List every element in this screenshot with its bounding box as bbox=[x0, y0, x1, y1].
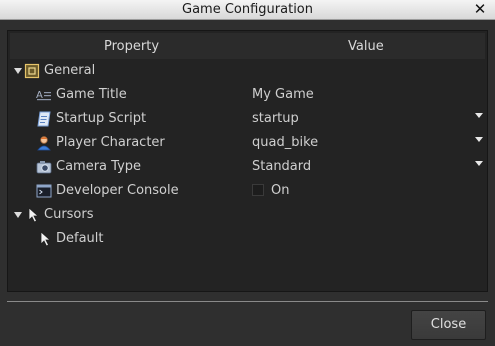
expand-triangle-icon[interactable] bbox=[14, 212, 22, 218]
window-title: Game Configuration bbox=[182, 2, 313, 17]
cursor-icon bbox=[40, 231, 52, 247]
property-row-camera-type[interactable]: Camera Type Standard bbox=[10, 155, 485, 179]
property-value[interactable]: My Game bbox=[252, 87, 314, 102]
header-property: Property bbox=[104, 39, 160, 54]
property-value[interactable]: Standard bbox=[252, 159, 311, 174]
close-icon[interactable]: ✕ bbox=[473, 1, 487, 17]
camera-icon bbox=[36, 161, 52, 174]
property-label: Developer Console bbox=[56, 183, 179, 198]
property-row-default-cursor[interactable]: Default bbox=[10, 227, 485, 251]
property-row-player-character[interactable]: Player Character quad_bike bbox=[10, 131, 485, 155]
group-label: General bbox=[44, 63, 96, 78]
table-header: Property Value bbox=[10, 33, 485, 59]
property-row-startup-script[interactable]: Startup Script startup bbox=[10, 107, 485, 131]
header-value: Value bbox=[348, 39, 384, 54]
close-button[interactable]: Close bbox=[411, 310, 486, 340]
script-icon bbox=[37, 111, 51, 127]
title-bar: Game Configuration ✕ bbox=[0, 0, 495, 20]
person-icon bbox=[37, 136, 51, 151]
checkbox-label: On bbox=[271, 183, 290, 198]
property-label: Camera Type bbox=[56, 159, 142, 174]
property-label: Default bbox=[56, 231, 104, 246]
property-row-game-title[interactable]: A Game Title My Game bbox=[10, 83, 485, 107]
property-label: Player Character bbox=[56, 135, 165, 150]
group-cursors[interactable]: Cursors bbox=[10, 203, 485, 227]
chevron-down-icon[interactable] bbox=[475, 161, 483, 166]
property-row-developer-console[interactable]: Developer Console On bbox=[10, 179, 485, 203]
cursor-icon bbox=[28, 207, 40, 223]
chevron-down-icon[interactable] bbox=[475, 137, 483, 142]
property-label: Game Title bbox=[56, 87, 127, 102]
group-general[interactable]: General bbox=[10, 59, 485, 83]
group-label: Cursors bbox=[44, 207, 94, 222]
divider bbox=[7, 301, 488, 302]
text-icon: A bbox=[36, 90, 51, 101]
console-checkbox[interactable] bbox=[252, 184, 264, 196]
settings-group-icon bbox=[24, 63, 40, 79]
property-table: Property Value General A Game Title My G… bbox=[7, 30, 488, 292]
property-label: Startup Script bbox=[56, 111, 147, 126]
property-value[interactable]: startup bbox=[252, 111, 299, 126]
property-value[interactable]: quad_bike bbox=[252, 135, 318, 150]
expand-triangle-icon[interactable] bbox=[14, 68, 22, 74]
chevron-down-icon[interactable] bbox=[475, 113, 483, 118]
console-icon bbox=[36, 184, 52, 198]
